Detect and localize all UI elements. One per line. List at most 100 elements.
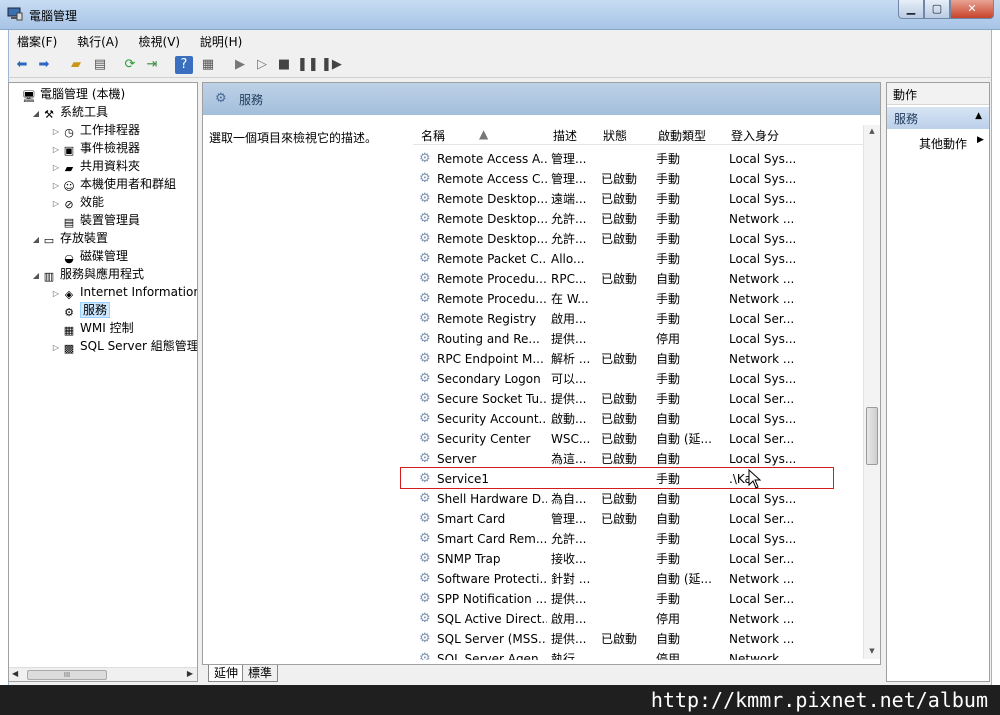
- service-row[interactable]: ⚙ Remote Procedu... RPC... 已啟動 自動 Network ...: [413, 269, 863, 289]
- pause-service-icon[interactable]: ❚❚: [297, 56, 319, 74]
- show-hide-tree-icon[interactable]: ▤: [91, 56, 109, 74]
- tree-item[interactable]: ◒ 磁碟管理: [51, 247, 128, 265]
- collapse-icon[interactable]: ▲: [975, 111, 982, 121]
- service-row[interactable]: ⚙ SQL Server (MSS... 提供... 已啟動 自動 Network ...: [413, 629, 863, 649]
- service-description: 啟用...: [551, 312, 587, 326]
- close-button[interactable]: ✕: [950, 0, 994, 19]
- service-row[interactable]: ⚙ Security Center WSC... 已啟動 自動 (延... Local S…: [413, 429, 863, 449]
- service-gear-icon: ⚙: [419, 631, 431, 646]
- tree-item[interactable]: ◢ ▭ 存放裝置: [31, 229, 108, 247]
- tab-extended[interactable]: 延伸: [208, 665, 245, 682]
- back-icon[interactable]: ⬅: [13, 56, 31, 74]
- service-gear-icon: ⚙: [419, 251, 431, 266]
- column-name[interactable]: 名稱: [421, 127, 445, 144]
- help-icon[interactable]: ?: [175, 56, 193, 74]
- tree-item[interactable]: ⚙ 服務: [51, 301, 111, 319]
- service-row[interactable]: ⚙ SQL Server Agen... 執行... 停用 Network ...: [413, 649, 863, 660]
- menu-view[interactable]: 檢視(V): [131, 30, 189, 50]
- service-row[interactable]: ⚙ Secure Socket Tu... 提供... 已啟動 手動 Local Ser.…: [413, 389, 863, 409]
- forward-icon[interactable]: ➡: [35, 56, 53, 74]
- scroll-thumb[interactable]: III: [27, 670, 107, 680]
- tree-item-label: 存放裝置: [60, 231, 109, 245]
- expand-arrow-icon[interactable]: ◢: [31, 231, 41, 249]
- tree-item[interactable]: ◢ ⚒ 系統工具: [31, 103, 108, 121]
- more-actions-label: 其他動作: [919, 137, 968, 151]
- tree-item[interactable]: ▦ WMI 控制: [51, 319, 134, 337]
- tree-item[interactable]: ▷◈Internet Information Se: [51, 283, 197, 301]
- expand-arrow-icon[interactable]: ◢: [31, 267, 41, 285]
- service-startup-type: 停用: [656, 332, 681, 346]
- service-row[interactable]: ⚙ Smart Card Rem... 允許... 手動 Local Sys...: [413, 529, 863, 549]
- tree-item[interactable]: ▷ ▩ SQL Server 組態管理員: [51, 337, 197, 357]
- service-row[interactable]: ⚙ Software Protecti... 針對 ... 自動 (延... Netwo…: [413, 569, 863, 589]
- tab-standard[interactable]: 標準: [242, 665, 279, 682]
- service-row[interactable]: ⚙ Smart Card 管理... 已啟動 自動 Local Ser...: [413, 509, 863, 529]
- tree-item[interactable]: ▷ ☺ 本機使用者和群組: [51, 175, 176, 193]
- tree-item[interactable]: ◢ ▥ 服務與應用程式: [31, 265, 144, 283]
- service-status: 已啟動: [601, 392, 638, 406]
- service-row[interactable]: ⚙ Remote Packet C... Allo... 手動 Local Sys...: [413, 249, 863, 269]
- service-gear-icon: ⚙: [419, 211, 431, 226]
- export-list-icon[interactable]: ⇥: [143, 56, 161, 74]
- tree-item[interactable]: ▷ ▰ 共用資料夾: [51, 157, 140, 175]
- more-actions-item[interactable]: 其他動作 ▶: [919, 135, 984, 152]
- column-startup-type[interactable]: 啟動類型: [658, 127, 706, 144]
- service-name: Remote Procedu...: [437, 272, 547, 286]
- service-row[interactable]: ⚙ SQL Active Direct... 啟用... 停用 Network ...: [413, 609, 863, 629]
- column-logon-as[interactable]: 登入身分: [731, 127, 779, 144]
- scroll-down-icon[interactable]: ▼: [864, 647, 880, 661]
- scroll-thumb[interactable]: [866, 407, 878, 465]
- expand-arrow-icon[interactable]: ◢: [31, 105, 41, 123]
- start-service-alt-icon[interactable]: ▷: [253, 56, 271, 74]
- tree-item[interactable]: ▷ ◷ 工作排程器: [51, 121, 140, 139]
- service-row[interactable]: ⚙ RPC Endpoint M... 解析 ... 已啟動 自動 Network ...: [413, 349, 863, 369]
- service-startup-type: 手動: [656, 292, 681, 306]
- refresh-icon[interactable]: ⟳: [121, 56, 139, 74]
- service-row[interactable]: ⚙ Remote Desktop... 遠端... 已啟動 手動 Local Sys...: [413, 189, 863, 209]
- properties-icon[interactable]: ▦: [199, 56, 217, 74]
- scroll-up-icon[interactable]: ▲: [864, 127, 880, 141]
- service-row[interactable]: ⚙ Server 為這... 已啟動 自動 Local Sys...: [413, 449, 863, 469]
- menu-file[interactable]: 檔案(F): [9, 30, 65, 50]
- service-startup-type: 自動: [656, 352, 681, 366]
- menu-action[interactable]: 執行(A): [69, 30, 127, 50]
- maximize-button[interactable]: ▢: [924, 0, 950, 19]
- service-startup-type: 手動: [656, 152, 681, 166]
- service-row[interactable]: ⚙ Remote Desktop... 允許... 已啟動 手動 Network ...: [413, 209, 863, 229]
- service-row[interactable]: ⚙ Remote Access C... 管理... 已啟動 手動 Local Sys..…: [413, 169, 863, 189]
- service-row[interactable]: ⚙ Remote Desktop... 允許... 已啟動 手動 Local Sys...: [413, 229, 863, 249]
- actions-section-services[interactable]: 服務 ▲: [887, 107, 989, 129]
- service-logon: Local Ser...: [729, 592, 795, 606]
- menu-help[interactable]: 說明(H): [192, 30, 250, 50]
- service-gear-icon: ⚙: [419, 511, 431, 526]
- service-row[interactable]: ⚙ Remote Access A... 管理... 手動 Local Sys...: [413, 149, 863, 169]
- tree-horizontal-scrollbar[interactable]: ◀ III ▶: [9, 667, 197, 681]
- service-row[interactable]: ⚙ SNMP Trap 接收... 手動 Local Ser...: [413, 549, 863, 569]
- tree-item[interactable]: ▷ ▣ 事件檢視器: [51, 139, 140, 157]
- service-row[interactable]: ⚙ Routing and Re... 提供... 停用 Local Sys...: [413, 329, 863, 349]
- column-status[interactable]: 狀態: [603, 127, 627, 144]
- service-startup-type: 自動 (延...: [656, 572, 712, 586]
- service-status: 已啟動: [601, 192, 638, 206]
- column-description[interactable]: 描述: [553, 127, 577, 144]
- tree-item[interactable]: 🖥 電腦管理 (本機): [11, 85, 125, 103]
- minimize-button[interactable]: ▁: [898, 0, 924, 19]
- service-row[interactable]: ⚙ Remote Registry 啟用... 手動 Local Ser...: [413, 309, 863, 329]
- expand-arrow-icon[interactable]: ▷: [51, 339, 61, 357]
- service-row[interactable]: ⚙ SPP Notification ... 提供... 手動 Local Ser...: [413, 589, 863, 609]
- services-vertical-scrollbar[interactable]: ▲ ▼: [863, 125, 880, 659]
- service-row[interactable]: ⚙ Shell Hardware D... 為自... 已啟動 自動 Local Sys.…: [413, 489, 863, 509]
- service-gear-icon: ⚙: [419, 151, 431, 166]
- stop-service-icon[interactable]: ■: [275, 56, 293, 74]
- tree-item[interactable]: ▤ 裝置管理員: [51, 211, 140, 229]
- up-folder-icon[interactable]: ▰: [67, 56, 85, 74]
- service-row[interactable]: ⚙ Secondary Logon 可以... 手動 Local Sys...: [413, 369, 863, 389]
- service-row[interactable]: ⚙ Remote Procedu... 在 W... 手動 Network ...: [413, 289, 863, 309]
- tree-item[interactable]: ▷ ⊘ 效能: [51, 193, 104, 211]
- service-row[interactable]: ⚙ Security Account... 啟動... 已啟動 自動 Local Sys.…: [413, 409, 863, 429]
- sort-ascending-icon: ▲: [479, 127, 489, 141]
- service-description: 允許...: [551, 212, 587, 226]
- start-service-icon[interactable]: ▶: [231, 56, 249, 74]
- restart-service-icon[interactable]: ❚▶: [321, 56, 342, 74]
- service-startup-type: 自動: [656, 492, 681, 506]
